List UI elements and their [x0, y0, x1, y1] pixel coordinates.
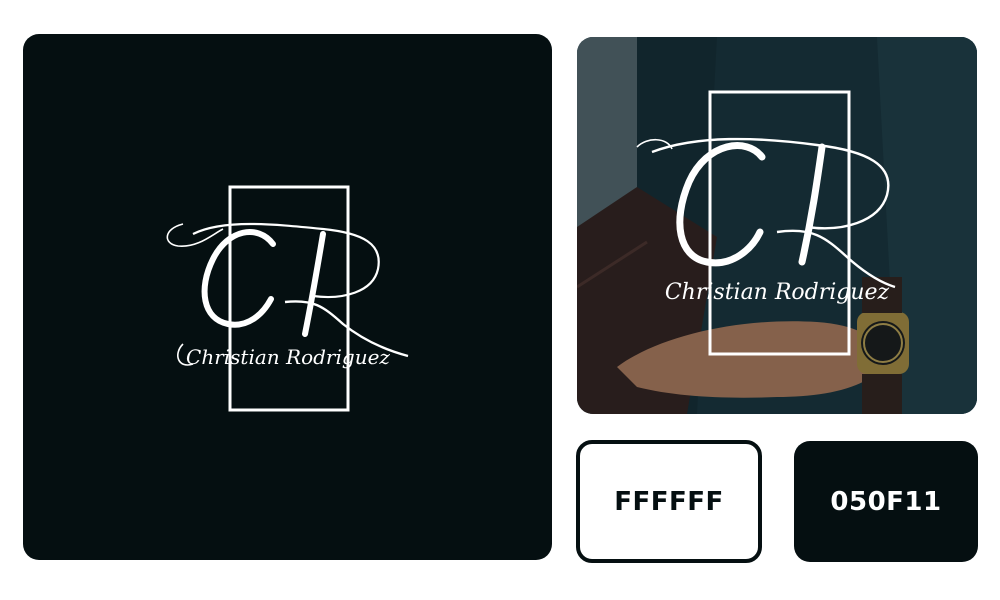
logo-name-text: Christian Rodriguez	[186, 345, 390, 369]
mockup-scene: Christian Rodriguez	[577, 37, 977, 414]
swatch-white: FFFFFF	[576, 440, 762, 563]
logo-letter-c	[201, 229, 276, 328]
logo-photo-mockup: Christian Rodriguez	[577, 37, 977, 414]
logo-letter-r-stem	[302, 231, 326, 337]
logo-presentation-board: Christian Rodriguez Christian Rodriguez …	[0, 0, 1000, 600]
logo-frame	[228, 185, 350, 412]
swatch-dark-label: 050F11	[830, 486, 942, 517]
logo-dark-panel: Christian Rodriguez	[23, 34, 552, 560]
photo-logo-name-text: Christian Rodriguez	[665, 280, 890, 305]
swatch-dark: 050F11	[794, 441, 978, 562]
swatch-white-label: FFFFFF	[614, 486, 724, 517]
logo-swash-top	[192, 222, 380, 299]
cr-monogram-logo: Christian Rodriguez	[166, 185, 409, 412]
